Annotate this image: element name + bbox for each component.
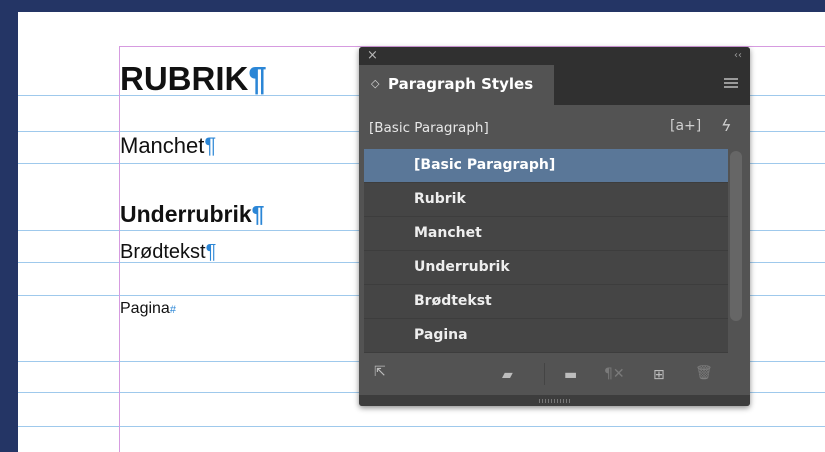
tab-chevron-icon[interactable]: ◇: [371, 77, 379, 90]
style-item-label: Rubrik: [414, 191, 466, 207]
current-style-row: [Basic Paragraph] [a+] ϟ: [359, 116, 750, 141]
footer-divider: [544, 363, 545, 385]
new-style-override-icon[interactable]: [a+]: [670, 118, 701, 134]
pilcrow-mark: ¶: [248, 60, 267, 97]
list-scrollbar[interactable]: [730, 151, 742, 321]
text-brodtekst[interactable]: Brødtekst¶: [120, 241, 216, 264]
text-manchet[interactable]: Manchet¶: [120, 133, 216, 159]
panel-footer: ⇱ ▰ ▬ ¶✕ ⊞ 🗑: [359, 355, 750, 395]
style-list: [Basic Paragraph] Rubrik Manchet Underru…: [364, 149, 728, 353]
load-styles-icon[interactable]: ⇱: [374, 364, 386, 380]
tab-label: Paragraph Styles: [388, 75, 534, 93]
delete-style-icon[interactable]: 🗑: [695, 365, 713, 381]
text-rubrik[interactable]: RUBRIK¶: [120, 60, 267, 98]
style-item-label: Brødtekst: [414, 293, 492, 309]
style-item-label: [Basic Paragraph]: [414, 157, 556, 173]
style-item-label: Manchet: [414, 225, 482, 241]
pilcrow-mark: ¶: [205, 241, 217, 263]
style-item-pagina[interactable]: Pagina: [364, 319, 728, 353]
pilcrow-mark: ¶: [251, 201, 265, 227]
new-style-icon[interactable]: ⊞: [653, 367, 665, 383]
resize-grip-icon[interactable]: [539, 399, 571, 403]
panel-titlebar[interactable]: × ‹‹: [359, 47, 750, 65]
tab-paragraph-styles[interactable]: ◇ Paragraph Styles: [359, 65, 554, 105]
style-item-rubrik[interactable]: Rubrik: [364, 183, 728, 217]
close-icon[interactable]: ×: [367, 47, 378, 65]
panel-tabstrip: ◇ Paragraph Styles: [359, 65, 750, 105]
resize-gripbar[interactable]: [359, 395, 750, 406]
style-item-basic-paragraph[interactable]: [Basic Paragraph]: [364, 149, 728, 183]
collapse-icon[interactable]: ‹‹: [734, 47, 742, 65]
text-pagina[interactable]: Pagina#: [120, 300, 176, 318]
style-item-label: Pagina: [414, 327, 468, 343]
clear-overrides-icon[interactable]: ¶✕: [604, 366, 625, 382]
new-style-group-icon[interactable]: ▬: [564, 367, 577, 383]
text-underrubrik[interactable]: Underrubrik¶: [120, 201, 264, 228]
style-item-underrubrik[interactable]: Underrubrik: [364, 251, 728, 285]
current-style-label: [Basic Paragraph]: [369, 120, 489, 136]
paragraph-styles-panel: × ‹‹ ◇ Paragraph Styles [Basic Paragraph…: [359, 47, 750, 406]
panel-menu-icon[interactable]: [724, 78, 738, 90]
quick-apply-icon[interactable]: ϟ: [721, 116, 732, 135]
style-item-manchet[interactable]: Manchet: [364, 217, 728, 251]
style-item-brodtekst[interactable]: Brødtekst: [364, 285, 728, 319]
create-group-from-styles-icon[interactable]: ▰: [502, 367, 513, 383]
style-item-label: Underrubrik: [414, 259, 510, 275]
pilcrow-mark: ¶: [204, 133, 217, 158]
end-of-story-mark: #: [169, 304, 176, 316]
baseline-guide: [18, 426, 825, 427]
